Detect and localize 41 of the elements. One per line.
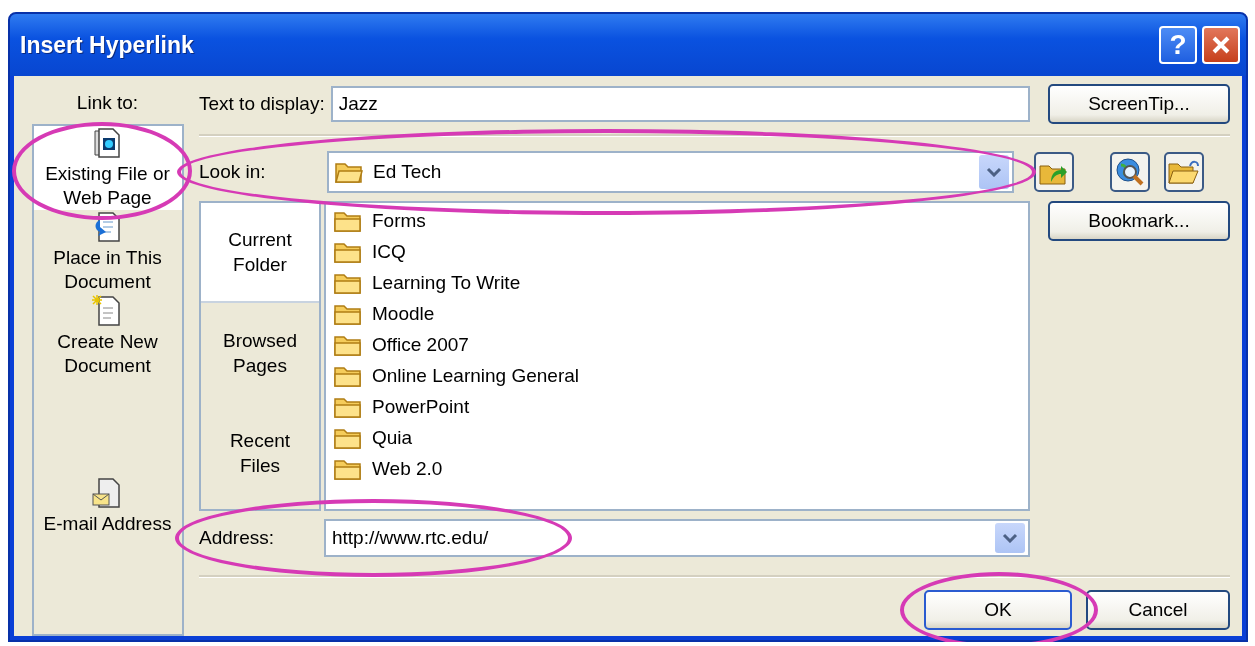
folder-item[interactable]: ICQ (372, 240, 406, 263)
link-to-item[interactable]: Existing File or Web Page (33, 126, 182, 210)
folder-item[interactable]: Moodle (372, 302, 435, 325)
address-label: Address: (199, 527, 275, 549)
open-folder-icon (1168, 158, 1200, 186)
browse-tab[interactable]: Current Folder (201, 203, 319, 303)
help-button[interactable]: ? (1159, 26, 1197, 64)
chevron-down-icon (986, 167, 1002, 177)
browse-web-button[interactable] (1110, 152, 1150, 192)
folder-item[interactable]: PowerPoint (372, 395, 470, 418)
folder-item[interactable]: Online Learning General (372, 364, 580, 387)
cancel-button[interactable]: Cancel (1086, 590, 1230, 630)
screentip-button[interactable]: ScreenTip... (1048, 84, 1230, 124)
link-to-item[interactable]: Place in This Document (33, 210, 182, 294)
browse-tab[interactable]: Browsed Pages (201, 303, 319, 403)
folder-item[interactable]: Learning To Write (372, 271, 521, 294)
browse-file-button[interactable] (1164, 152, 1204, 192)
browse-tab[interactable]: Recent Files (201, 403, 319, 503)
folder-item[interactable]: Forms (372, 209, 426, 232)
look-in-label: Look in: (199, 161, 267, 183)
link-to-item[interactable]: E-mail Address (33, 378, 182, 634)
bookmark-button[interactable]: Bookmark... (1048, 201, 1230, 241)
dropdown-button[interactable] (995, 523, 1025, 553)
ok-button[interactable]: OK (924, 590, 1072, 630)
text-to-display-label: Text to display: (199, 93, 325, 115)
folder-item[interactable]: Quia (372, 426, 413, 449)
folder-item[interactable]: Office 2007 (372, 333, 469, 356)
globe-magnifier-icon (1115, 157, 1145, 187)
link-to-label: Link to: (76, 92, 139, 114)
folder-item[interactable]: Web 2.0 (372, 457, 443, 480)
up-folder-button[interactable] (1034, 152, 1074, 192)
close-button[interactable] (1202, 26, 1240, 64)
close-icon (1211, 35, 1231, 55)
text-to-display-field[interactable]: Jazz (330, 86, 1030, 122)
window-title: Insert Hyperlink (20, 31, 195, 59)
dropdown-button[interactable] (979, 155, 1009, 189)
folder-icon (335, 160, 363, 184)
address-field[interactable]: http://www.rtc.edu/ (324, 519, 1030, 557)
link-to-item[interactable]: Create New Document (33, 294, 182, 378)
look-in-dropdown[interactable]: Ed Tech (327, 151, 1014, 193)
chevron-down-icon (1002, 533, 1018, 543)
